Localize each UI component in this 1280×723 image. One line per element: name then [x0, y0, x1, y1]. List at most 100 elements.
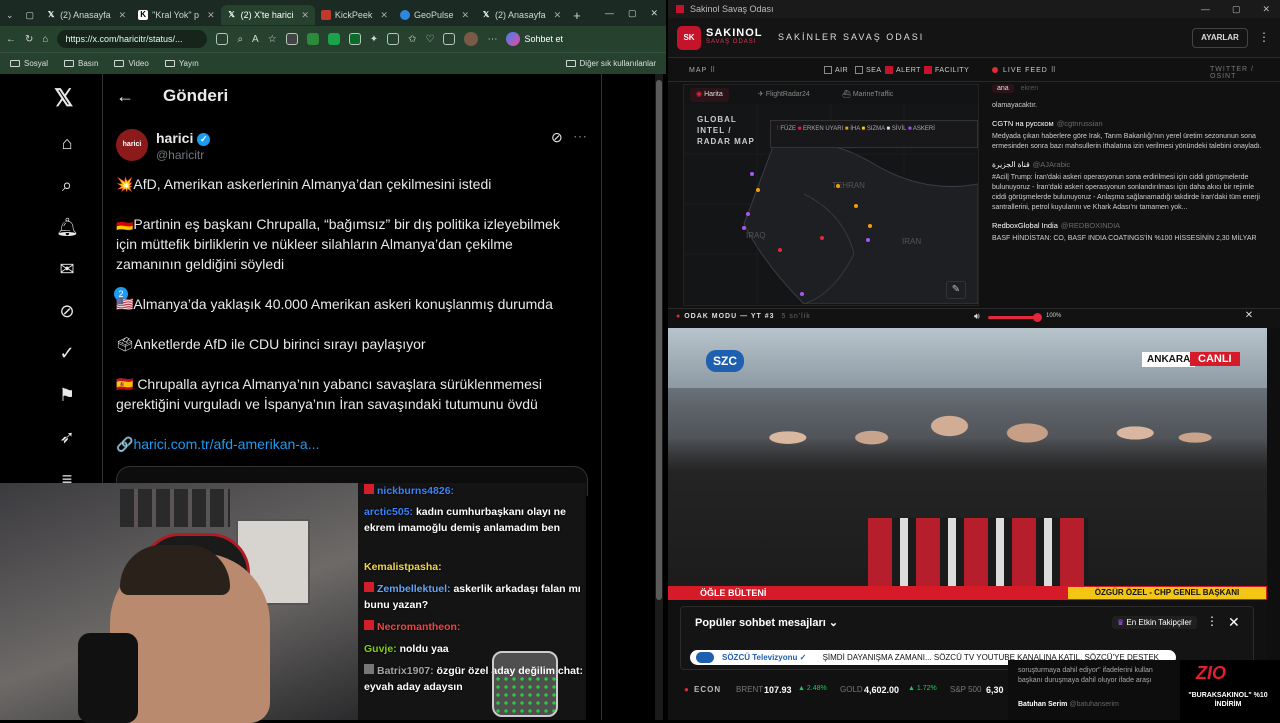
filter-sea[interactable]: SEA: [855, 66, 882, 74]
corner-feed-source[interactable]: Batuhan Serim @batuhanserim: [1018, 700, 1178, 710]
volume-icon[interactable]: 🔊︎: [974, 311, 980, 322]
channel-logo: SZC: [706, 350, 744, 372]
grok-post-icon[interactable]: ⊘: [551, 129, 563, 146]
explore-search-icon[interactable]: ⌕: [56, 174, 78, 196]
author-name[interactable]: harici ✓: [156, 130, 211, 146]
close-icon[interactable]: ✕: [207, 10, 215, 21]
marker-dot: [742, 226, 746, 230]
filter-air[interactable]: AIR: [824, 66, 848, 74]
close-window-icon[interactable]: ✕: [1262, 4, 1270, 15]
collections-icon[interactable]: [443, 33, 456, 45]
gumball-jar: [492, 651, 558, 717]
more-options-icon[interactable]: ⋯: [573, 128, 587, 145]
read-aloud-icon[interactable]: A: [252, 34, 259, 45]
program-name: ÖĞLE BÜLTENİ: [700, 588, 767, 598]
tab-5[interactable]: GeoPulse ✕: [394, 5, 475, 25]
sohbet-et-button[interactable]: Sohbet et: [506, 32, 563, 46]
extension-icon[interactable]: [306, 33, 319, 45]
favorites-folder-basin[interactable]: Basın: [64, 59, 98, 68]
feed-tabs: ana ekren: [992, 84, 1266, 98]
back-icon[interactable]: ←: [6, 34, 16, 45]
marker-dot: [756, 188, 760, 192]
close-icon[interactable]: ✕: [554, 10, 562, 21]
home-icon[interactable]: ⌂: [42, 34, 48, 45]
marker-dot: [800, 292, 804, 296]
popular-chat-title[interactable]: Popüler sohbet mesajları ⌄: [695, 616, 838, 629]
more-vertical-icon[interactable]: ⋮: [1206, 614, 1218, 628]
close-icon[interactable]: ✕: [119, 10, 127, 21]
feed-item-source[interactable]: CGTN на русском @cgtnrussian: [992, 119, 1266, 129]
filter-facility[interactable]: FACILITY: [924, 66, 969, 74]
new-tab-button[interactable]: +: [567, 5, 587, 25]
map-tab-harita[interactable]: ◉ Harita: [690, 88, 729, 102]
menu-dots-icon[interactable]: ⋯: [487, 34, 497, 45]
bookmark-icon[interactable]: ⚑: [56, 384, 78, 406]
volume-slider[interactable]: [988, 316, 1038, 319]
back-arrow-icon[interactable]: ←: [116, 86, 134, 107]
top-followers-button[interactable]: ♛ En Etkin Takipçiler: [1112, 616, 1197, 629]
close-window-icon[interactable]: ✕: [650, 8, 658, 19]
extension-icon[interactable]: [327, 33, 340, 45]
notifications-bell-icon[interactable]: 🔔︎: [56, 216, 79, 238]
extension-icon[interactable]: [285, 33, 298, 45]
live-video-player[interactable]: [668, 328, 1267, 600]
rocket-icon[interactable]: ➶: [56, 426, 78, 448]
tab-list-button[interactable]: ⌄: [0, 5, 20, 25]
map-tab-flightradar[interactable]: ✈ FlightRadar24: [752, 88, 816, 102]
marker-dot: [746, 212, 750, 216]
volume-slider-knob[interactable]: [1033, 313, 1042, 322]
zoom-icon[interactable]: ⌕: [237, 34, 243, 45]
tab-2[interactable]: K "Kral Yok" p ✕: [132, 5, 220, 25]
map-tab-marinetraffic[interactable]: ⛴ MarineTraffic: [836, 88, 899, 102]
marker-dot: [868, 224, 872, 228]
author-avatar[interactable]: harici: [116, 129, 148, 161]
live-feed-label: LIVE FEED ⠿: [1003, 67, 1057, 74]
tab-1[interactable]: 𝕏 (2) Anasayfa ✕: [40, 5, 132, 25]
minimize-icon[interactable]: —: [605, 8, 614, 18]
x-logo-icon: 𝕏: [482, 10, 490, 19]
close-icon[interactable]: ✕: [380, 10, 388, 21]
filter-alert[interactable]: ALERT: [885, 66, 921, 74]
home-nav-icon[interactable]: ⌂: [56, 132, 78, 154]
feed-tab-ekren[interactable]: ekren: [1016, 84, 1044, 93]
split-screen-icon[interactable]: [387, 33, 400, 45]
grok-icon[interactable]: ⊘: [56, 300, 78, 322]
close-icon[interactable]: ✕: [462, 10, 470, 21]
tweet-link[interactable]: harici.com.tr/afd-amerikan-a...: [133, 436, 319, 452]
favorites-folder-video[interactable]: Video: [114, 59, 149, 68]
extension-icon[interactable]: [348, 33, 361, 45]
feed-item-source[interactable]: قناة الجزيرة @AJArabic: [992, 160, 1266, 170]
maximize-icon[interactable]: ▢: [628, 8, 637, 19]
other-favorites-folder[interactable]: Diğer sık kullanılanlar: [565, 59, 656, 68]
edit-pencil-icon[interactable]: ✎: [946, 281, 966, 299]
app-icon[interactable]: [216, 33, 229, 45]
profile-avatar-icon[interactable]: [464, 32, 479, 46]
feed-tab-ana[interactable]: ana: [992, 84, 1014, 93]
close-icon[interactable]: ✕: [301, 10, 309, 21]
verified-orgs-icon[interactable]: ✓: [56, 342, 78, 364]
author-handle[interactable]: @haricitr: [156, 148, 204, 162]
puzzle-icon[interactable]: ✦: [370, 34, 378, 45]
workspaces-button[interactable]: ▢: [20, 5, 41, 25]
favorites-folder-yayin[interactable]: Yayın: [164, 59, 199, 68]
crown-icon: ♛: [1117, 618, 1127, 627]
tab-6[interactable]: 𝕏 (2) Anasayfa ✕: [475, 5, 567, 25]
favorite-star-icon[interactable]: ☆: [268, 34, 277, 45]
favorites-icon[interactable]: ✩: [408, 34, 416, 45]
tab-3-active[interactable]: 𝕏 (2) X'te harici ✕: [220, 5, 315, 25]
close-icon[interactable]: ✕: [1228, 614, 1240, 631]
feed-item-source[interactable]: RedboxGlobal India @REDBOXINDIA: [992, 221, 1266, 231]
minimize-icon[interactable]: —: [1201, 4, 1210, 14]
tab-4[interactable]: KickPeek ✕: [315, 5, 394, 25]
messages-envelope-icon[interactable]: ✉: [56, 258, 78, 280]
settings-button[interactable]: AYARLAR: [1192, 28, 1248, 48]
maximize-icon[interactable]: ▢: [1232, 4, 1241, 15]
copilot-heart-icon[interactable]: ♡: [425, 34, 434, 45]
econ-name: BRENT: [736, 685, 764, 694]
more-vertical-icon[interactable]: ⋮: [1258, 30, 1270, 44]
favorites-folder-sosyal[interactable]: Sosyal: [10, 59, 48, 68]
url-field[interactable]: https://x.com/haricitr/status/...: [57, 30, 208, 48]
close-icon[interactable]: ✕: [1240, 310, 1258, 324]
reload-icon[interactable]: ↻: [25, 34, 33, 45]
scrollbar-thumb[interactable]: [656, 80, 662, 600]
